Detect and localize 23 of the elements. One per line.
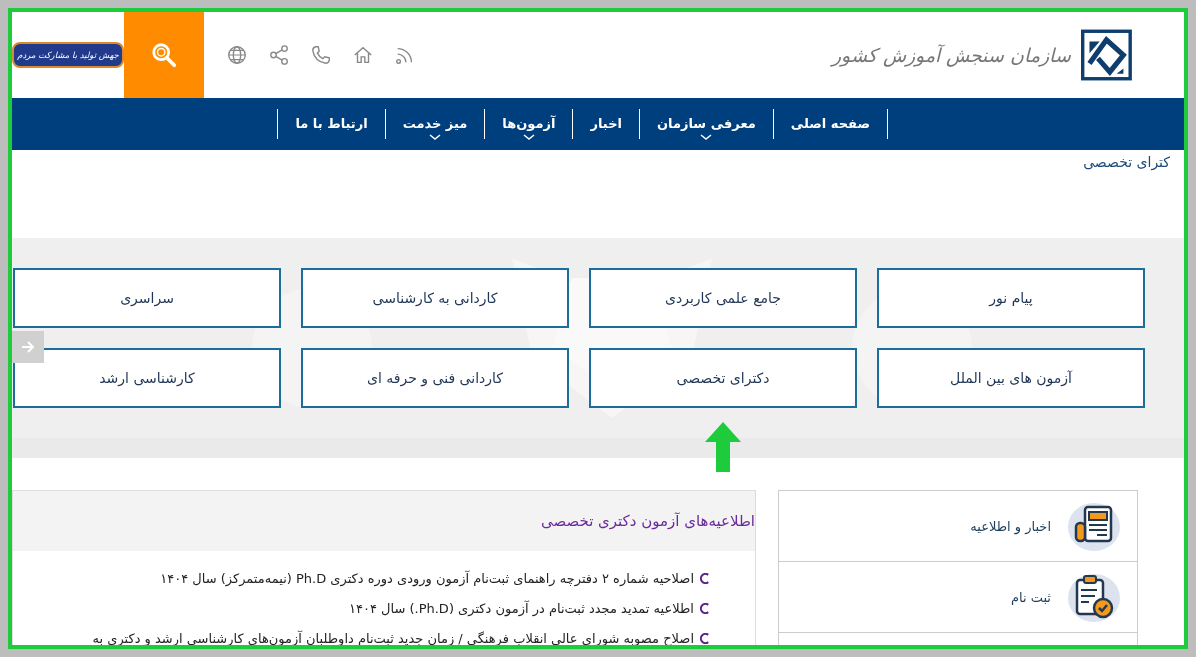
side-menu-item[interactable]: ثبت نام: [779, 562, 1137, 633]
notice-link[interactable]: اطلاعیه تمدید مجدد ثبت‌نام در آزمون دکتری (Ph.D.) سال ۱۴۰۴: [348, 600, 694, 616]
exam-type-link[interactable]: کاردانی به کارشناسی: [301, 268, 569, 328]
side-menu-item[interactable]: اخبار و اطلاعیه: [779, 491, 1137, 562]
exam-type-link[interactable]: سراسری: [13, 268, 281, 328]
nav-link[interactable]: میز خدمت: [385, 102, 485, 142]
exam-type-link[interactable]: آزمون های بین الملل: [877, 348, 1145, 408]
exam-type-link[interactable]: کاردانی فنی و حرفه ای: [301, 348, 569, 408]
exam-type-link[interactable]: دکترای تخصصی: [589, 348, 857, 408]
notice-link[interactable]: اصلاح مصوبه شورای عالی انقلاب فرهنگی / زمان جدید ثبت‌نام داوطلبان آزمون‌های کارشناسی ارشد و دکتری به: [92, 630, 694, 645]
notices-title: اطلاعیه‌های آزمون دکتری تخصصی: [540, 512, 755, 530]
breadcrumb: کترای تخصصی: [1083, 154, 1170, 170]
nav-link[interactable]: اخبار: [573, 102, 639, 142]
nav-link[interactable]: آزمون‌ها: [485, 102, 573, 142]
logo-text: سازمان سنجش آموزش کشور: [832, 44, 1072, 66]
exam-type-link[interactable]: جامع علمی کاربردی: [589, 268, 857, 328]
nav-link[interactable]: معرفی سازمان: [639, 102, 773, 142]
nav-link[interactable]: ارتباط با ما: [278, 102, 385, 142]
nav-link[interactable]: صفحه اصلی: [773, 102, 887, 142]
exam-type-link[interactable]: کارشناسی ارشد: [13, 348, 281, 408]
campaign-banner: جهش تولید با مشارکت مردم: [12, 42, 124, 68]
notice-link[interactable]: اصلاحیه شماره ۲ دفترچه راهنمای ثبت‌نام آزمون ورودی دوره دکتری Ph.D (نیمه‌متمرکز) سال ۱۴۰۴: [160, 570, 694, 586]
exam-type-link[interactable]: پیام نور: [877, 268, 1145, 328]
